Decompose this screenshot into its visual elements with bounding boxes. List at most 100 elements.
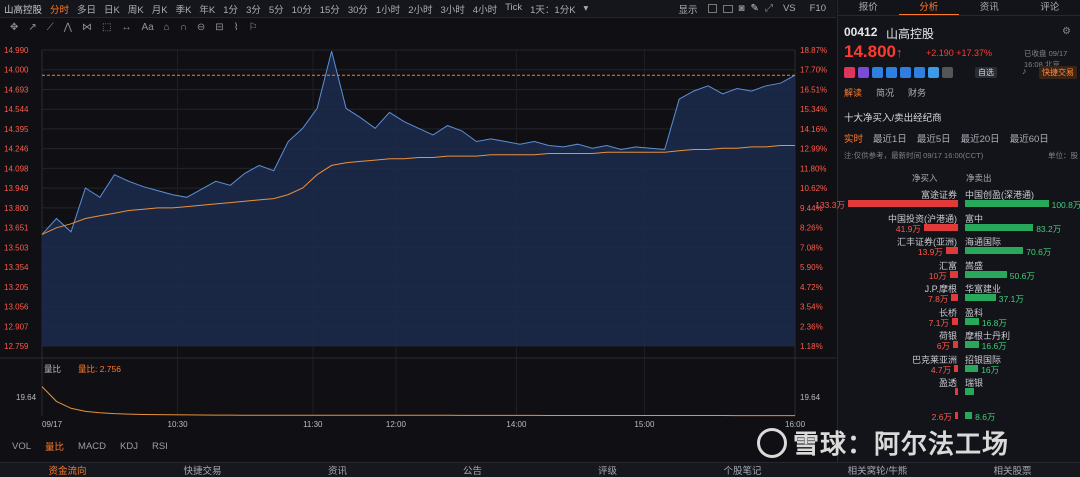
price-tick-label: 13.056	[4, 303, 29, 312]
period-tab[interactable]: 3分	[242, 2, 265, 16]
camera-icon[interactable]: ◙	[739, 3, 745, 14]
drawing-tool-icon[interactable]: ⬚	[102, 22, 111, 33]
period-tab[interactable]: 30分	[344, 2, 372, 16]
period-tab[interactable]: 1小时	[372, 2, 404, 16]
quick-trade-button[interactable]: 快捷交易	[1039, 66, 1077, 79]
percent-tick-label: 1.18%	[800, 342, 823, 351]
footer-tab[interactable]: 个股笔记	[675, 463, 810, 477]
period-tab[interactable]: 周K	[124, 2, 148, 16]
dollar-icon[interactable]	[900, 67, 911, 78]
interval-select[interactable]: 1天：1分K	[526, 2, 579, 16]
net-sell-bar	[965, 270, 1007, 278]
connect-icon[interactable]	[872, 67, 883, 78]
panel-tab[interactable]: 评论	[1020, 0, 1080, 15]
broker-row: 长桥 盈科 7.1万 16.8万	[838, 306, 1080, 330]
panel-tab[interactable]: 报价	[838, 0, 899, 15]
footer-tab[interactable]: 快捷交易	[135, 463, 270, 477]
fullscreen-icon[interactable]: ⤢	[765, 3, 773, 14]
period-tab[interactable]: 3小时	[436, 2, 468, 16]
shanghai-icon[interactable]	[886, 67, 897, 78]
period-tab[interactable]: 年K	[195, 2, 219, 16]
vs-button[interactable]: VS	[779, 3, 800, 14]
indicator-tab[interactable]: MACD	[78, 441, 106, 452]
drawing-tool-icon[interactable]: Aa	[141, 22, 153, 33]
footer-tab[interactable]: 相关窝轮/牛熊	[810, 463, 945, 477]
broker-row: J.P.摩根 华富建业 7.8万 37.1万	[838, 282, 1080, 306]
checkbox-icon[interactable]	[707, 4, 717, 13]
window-icon[interactable]	[722, 4, 733, 13]
drawing-tool-icon[interactable]: ⌂	[164, 22, 170, 33]
drawing-tool-icon[interactable]: ✥	[10, 22, 18, 33]
watchlist-button[interactable]: 自选	[975, 67, 997, 78]
drawing-tool-icon[interactable]: ↔	[121, 22, 131, 33]
panel-tab[interactable]: 分析	[898, 0, 959, 15]
footer-tab[interactable]: 评级	[540, 463, 675, 477]
f10-button[interactable]: F10	[806, 3, 830, 14]
chart-svg[interactable]: 14.990 14.000 14.693 14.544 14.395 14.246 14.0…	[0, 36, 836, 436]
volume-ratio-axis-label: 19.64	[16, 393, 37, 402]
indicator-tab[interactable]: KDJ	[120, 441, 138, 452]
drawing-tool-icon[interactable]: ⟋	[47, 22, 54, 33]
period-tab[interactable]: 1分	[219, 2, 242, 16]
percent-tick-label: 2.36%	[800, 322, 823, 331]
settings-icon[interactable]: ⚙	[1062, 26, 1071, 37]
indicator-tab[interactable]: RSI	[152, 441, 168, 452]
broker-period-tab[interactable]: 实时	[844, 131, 863, 145]
net-buy-value: 6万	[936, 341, 951, 351]
indicator-tab[interactable]: VOL	[12, 441, 31, 452]
drawing-tool-icon[interactable]: ∩	[180, 22, 187, 33]
period-tab[interactable]: 月K	[148, 2, 172, 16]
broker-period-tab[interactable]: 最近5日	[917, 131, 951, 145]
percent-tick-label: 8.26%	[800, 224, 823, 233]
analysis-subtab[interactable]: 财务	[908, 86, 926, 99]
period-tab[interactable]: 日K	[100, 2, 124, 16]
net-sell-value: 70.6万	[1026, 247, 1052, 257]
broker-period-tab[interactable]: 最近60日	[1010, 131, 1049, 145]
period-tab[interactable]: Tick	[501, 2, 526, 16]
broker-row: 汇丰证券(亚洲) 海通国际 13.9万 70.6万	[838, 235, 1080, 259]
price-change: +2.190 +17.37%	[926, 48, 993, 58]
indicator-tab[interactable]: 量比	[45, 439, 64, 453]
hk-icon[interactable]	[858, 67, 869, 78]
analysis-subtab[interactable]: 解读	[844, 86, 862, 99]
panel-tab[interactable]: 资讯	[959, 0, 1020, 15]
analysis-subtab[interactable]: 简况	[876, 86, 894, 99]
drawing-tool-icon[interactable]: ⌇	[234, 22, 239, 33]
period-tab[interactable]: 5分	[265, 2, 288, 16]
footer-tab[interactable]: 公告	[405, 463, 540, 477]
broker-period-tab[interactable]: 最近1日	[873, 131, 907, 145]
stock-name-tab[interactable]: 山高控股	[0, 2, 46, 16]
star-icon[interactable]	[844, 67, 855, 78]
net-buy-value: 7.1万	[928, 317, 949, 328]
drawing-tool-icon[interactable]: ⋈	[82, 22, 92, 33]
period-tab[interactable]: 多日	[73, 2, 100, 16]
drawing-tool-icon[interactable]: ⊖	[197, 22, 205, 33]
pen-icon[interactable]: ✎	[751, 3, 759, 14]
drawing-tool-icon[interactable]: ⚐	[249, 22, 258, 33]
drawing-tool-icon[interactable]: ⋀	[64, 22, 72, 33]
shenzhen-icon[interactable]	[914, 67, 925, 78]
footer-tab[interactable]: 相关股票	[945, 463, 1080, 477]
footer-tab[interactable]: 资金流向	[0, 463, 135, 477]
chevron-down-icon[interactable]: ▾	[580, 3, 593, 14]
period-tab[interactable]: 15分	[316, 2, 344, 16]
period-tab[interactable]: 4小时	[469, 2, 501, 16]
price-tick-label: 14.395	[4, 125, 29, 134]
drawing-tool-icon[interactable]: ⊟	[215, 22, 223, 33]
time-axis-label: 15:00	[634, 420, 655, 429]
chat-icon[interactable]	[928, 67, 939, 78]
period-toolbar: 山高控股 分时 多日 日K 周K 月K 季K 年K 1分 3分 5分 10分 15分 30分 1小时 2小时…	[0, 0, 836, 18]
period-tab[interactable]: 分时	[46, 2, 73, 16]
period-tab[interactable]: 10分	[288, 2, 316, 16]
period-tab[interactable]: 2小时	[404, 2, 436, 16]
bell-icon[interactable]: ♪	[1022, 66, 1027, 76]
broker-period-tab[interactable]: 最近20日	[961, 131, 1000, 145]
indicator-tabs: VOL 量比 MACD KDJ RSI	[0, 438, 836, 454]
grid-icon[interactable]	[942, 67, 953, 78]
intraday-chart[interactable]: 14.990 14.000 14.693 14.544 14.395 14.246 14.0…	[0, 36, 836, 436]
percent-tick-label: 10.62%	[800, 184, 827, 193]
period-tab[interactable]: 季K	[172, 2, 196, 16]
drawing-tool-icon[interactable]: ↗	[28, 22, 36, 33]
footer-tab[interactable]: 资讯	[270, 463, 405, 477]
show-menu[interactable]: 显示	[674, 2, 701, 16]
